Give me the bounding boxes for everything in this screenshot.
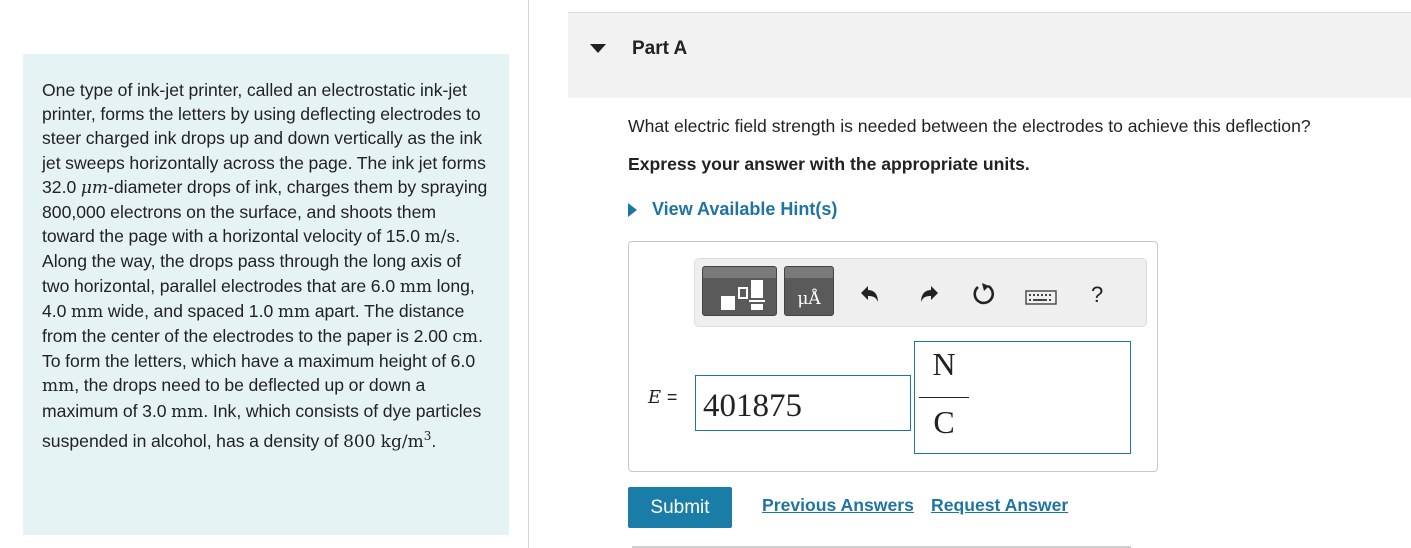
unit-numerator: N [932, 346, 956, 382]
math-micrometer: μm [80, 177, 109, 198]
submit-button[interactable]: Submit [628, 487, 732, 528]
help-icon[interactable]: ? [1091, 282, 1103, 308]
collapse-caret-icon[interactable] [590, 44, 606, 53]
instruction-text: Express your answer with the appropriate… [628, 154, 1030, 174]
math-mm-4: mm [42, 376, 75, 397]
unit-denominator: C [933, 404, 955, 440]
problem-text-10: . [431, 430, 437, 451]
redo-icon[interactable] [919, 284, 941, 304]
templates-glyph [721, 280, 765, 310]
math-density: 800 kg/m [343, 431, 424, 452]
math-mm-3: mm [277, 301, 311, 322]
fraction-bar [919, 397, 969, 398]
column-divider [528, 0, 529, 548]
units-icon[interactable]: μÅ [784, 266, 834, 316]
equals-sign: = [666, 387, 678, 407]
part-header[interactable]: Part A [568, 12, 1411, 98]
variable-label: E = [648, 387, 677, 408]
math-mm-5: mm [171, 401, 204, 422]
hint-label: View Available Hint(s) [652, 199, 838, 219]
templates-icon[interactable] [702, 266, 777, 316]
problem-panel: One type of ink-jet printer, called an e… [23, 54, 509, 535]
undo-icon[interactable] [858, 284, 880, 304]
math-toolbar: μÅ ? [694, 258, 1147, 327]
problem-statement: One type of ink-jet printer, called an e… [42, 78, 491, 454]
previous-answers-link[interactable]: Previous Answers [762, 495, 914, 516]
question-text: What electric field strength is needed b… [628, 116, 1311, 136]
problem-text-2: -diameter drops of ink, charges them by … [42, 176, 488, 247]
part-title: Part A [632, 38, 688, 59]
request-answer-link[interactable]: Request Answer [931, 495, 1068, 516]
math-mm-1: mm [399, 276, 433, 297]
keyboard-icon[interactable] [1025, 290, 1057, 305]
unit-input[interactable]: N C [914, 341, 1131, 454]
math-mm-2: mm [71, 301, 104, 322]
problem-text-5: wide, and spaced 1.0 [103, 300, 278, 321]
variable-name: E [648, 387, 662, 408]
reset-icon[interactable] [971, 281, 997, 307]
value-input[interactable] [695, 375, 911, 431]
answer-box: μÅ ? E = N C [628, 241, 1158, 472]
math-velocity-unit: m/s [424, 227, 456, 248]
units-glyph: μÅ [797, 289, 821, 309]
expand-caret-icon [628, 202, 637, 217]
hint-toggle[interactable]: View Available Hint(s) [628, 199, 837, 220]
math-cm: cm [452, 327, 479, 348]
